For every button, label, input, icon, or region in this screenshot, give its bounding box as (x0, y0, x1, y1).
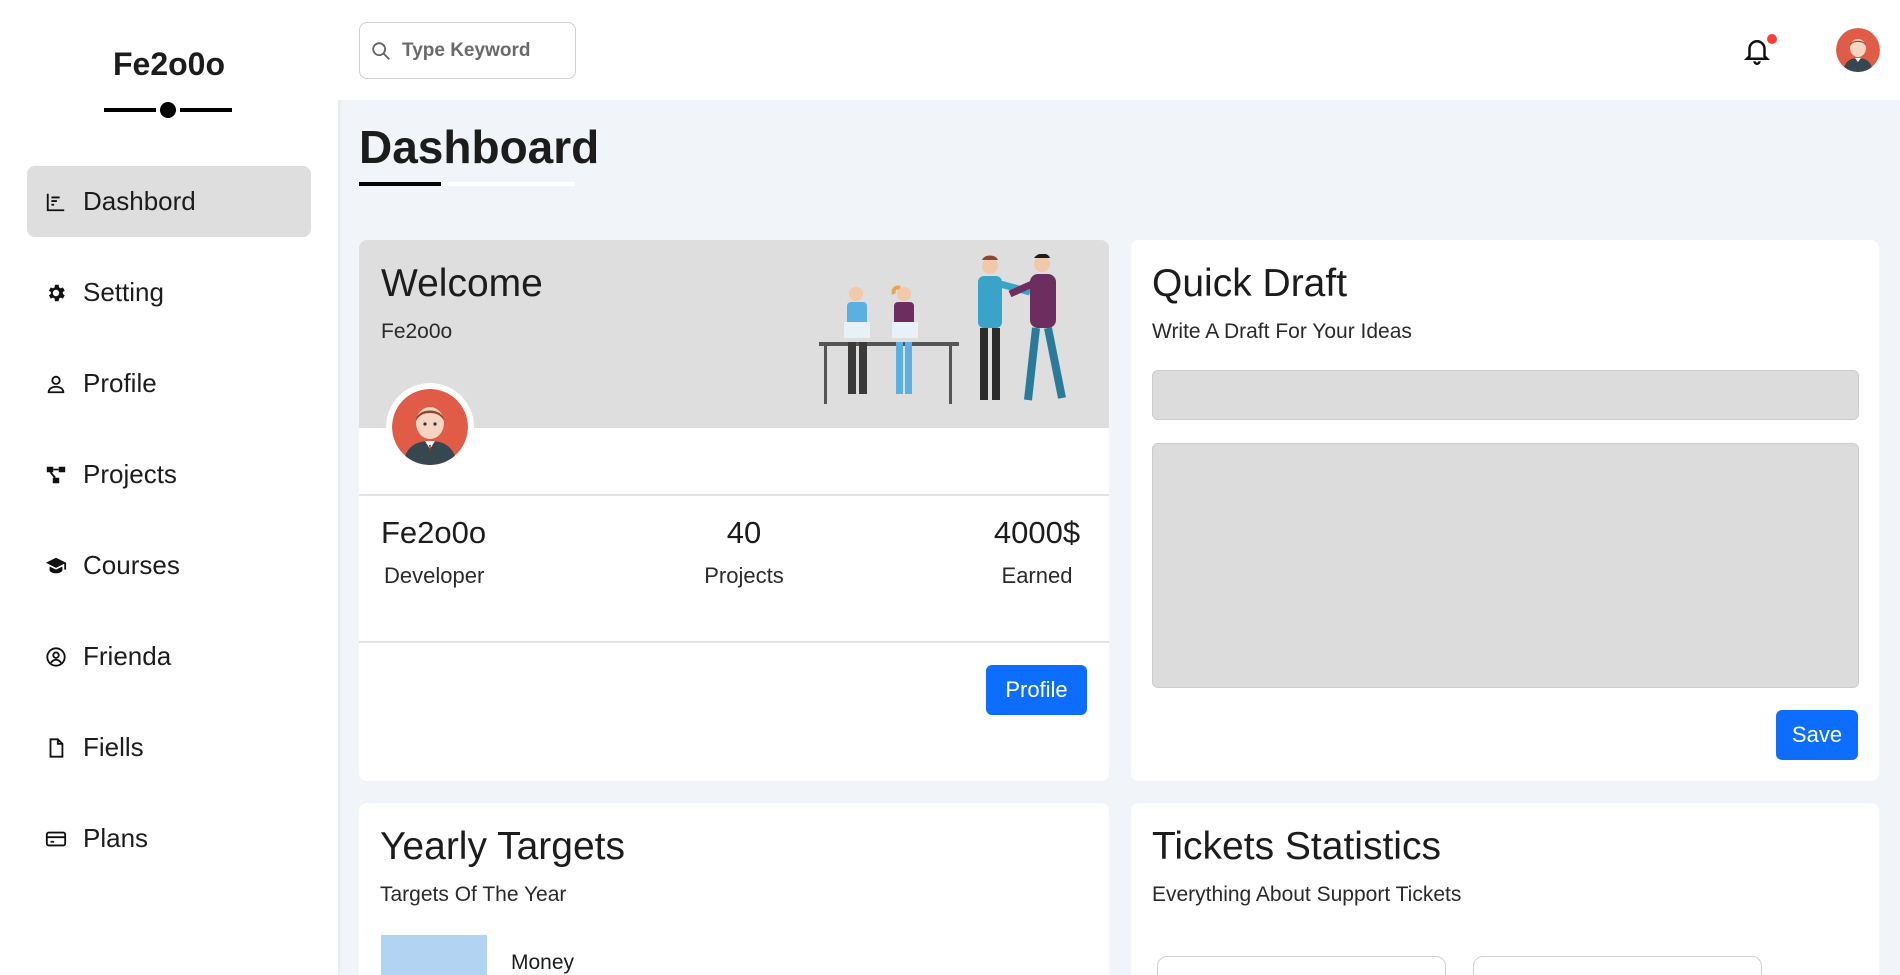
stat-label: Developer (384, 563, 485, 588)
stat-value: Fe2o0o (381, 515, 487, 550)
top-bar (338, 0, 1900, 100)
sidebar: Fe2o0o Dashbord Setting Profile Projects… (0, 0, 338, 975)
notification-badge (1767, 34, 1777, 44)
welcome-name: Fe2o0o (381, 320, 453, 343)
stat-value: 4000$ (993, 515, 1081, 550)
welcome-divider-bottom (359, 641, 1109, 643)
welcome-card: Welcome Fe2o0o Fe2o0o Developer 40 Proje… (359, 240, 1109, 781)
sidebar-item-label: Plans (83, 823, 149, 853)
sidebar-item-label: Fiells (83, 732, 144, 762)
search-box[interactable] (359, 22, 576, 79)
save-button[interactable]: Save (1776, 710, 1858, 760)
yearly-targets-card: Yearly Targets Targets Of The Year Money (359, 803, 1109, 975)
notification-button[interactable] (1742, 34, 1777, 66)
user-circle-icon (43, 644, 69, 670)
card-title: Yearly Targets (380, 825, 625, 868)
team-illustration (819, 254, 1066, 404)
welcome-avatar (386, 383, 474, 471)
gear-icon (43, 280, 69, 306)
tickets-statistics-card: Tickets Statistics Everything About Supp… (1131, 803, 1879, 975)
stat-label: Earned (1001, 563, 1073, 588)
sidebar-item-files[interactable]: Fiells (27, 712, 311, 783)
sidebar-item-label: Profile (83, 368, 157, 398)
sidebar-item-label: Courses (83, 550, 180, 580)
file-icon (43, 735, 69, 761)
sidebar-item-dashboard[interactable]: Dashbord (27, 166, 311, 237)
card-subtitle: Write A Draft For Your Ideas (1152, 320, 1412, 343)
credit-card-icon (43, 826, 69, 852)
sidebar-item-label: Setting (83, 277, 164, 307)
sidebar-item-projects[interactable]: Projects (27, 439, 311, 510)
money-icon-box (381, 935, 487, 975)
sidebar-item-label: Projects (83, 459, 177, 489)
page-title: Dashboard (359, 121, 600, 173)
sidebar-item-setting[interactable]: Setting (27, 257, 311, 328)
card-subtitle: Targets Of The Year (380, 883, 567, 906)
ticket-stat-box (1157, 956, 1446, 975)
sidebar-item-label: Frienda (83, 641, 172, 671)
avatar[interactable] (1836, 28, 1880, 72)
quick-draft-card: Quick Draft Write A Draft For Your Ideas… (1131, 240, 1879, 781)
stat-earned: 4000$ Earned (987, 515, 1087, 589)
brand-logo: Fe2o0o (112, 46, 226, 82)
chart-icon (43, 189, 69, 215)
user-icon (43, 371, 69, 397)
ticket-stat-box (1473, 956, 1762, 975)
stat-value: 40 (726, 515, 762, 550)
sidebar-item-courses[interactable]: Courses (27, 530, 311, 601)
graduation-cap-icon (43, 553, 69, 579)
card-subtitle: Everything About Support Tickets (1152, 883, 1462, 906)
profile-button[interactable]: Profile (986, 665, 1087, 715)
card-title: Tickets Statistics (1152, 825, 1441, 868)
sidebar-item-friends[interactable]: Frienda (27, 621, 311, 692)
stat-label: Projects (704, 563, 784, 588)
title-underline (359, 182, 575, 186)
search-input[interactable] (402, 39, 562, 62)
draft-title-field[interactable] (1152, 370, 1859, 420)
card-title: Quick Draft (1152, 262, 1348, 305)
draft-content-field[interactable] (1152, 443, 1859, 688)
brand-underline (104, 102, 232, 118)
sidebar-item-plans[interactable]: Plans (27, 803, 311, 874)
sidebar-nav: Dashbord Setting Profile Projects Course… (27, 166, 311, 894)
welcome-divider-top (359, 494, 1109, 496)
diagram-icon (43, 462, 69, 488)
target-label: Money (511, 951, 575, 974)
stat-projects: 40 Projects (684, 515, 804, 589)
sidebar-item-label: Dashbord (83, 186, 196, 216)
search-icon (372, 41, 390, 60)
stat-developer: Fe2o0o Developer (381, 515, 486, 589)
welcome-title: Welcome (381, 262, 543, 305)
welcome-header: Welcome Fe2o0o (359, 240, 1109, 428)
sidebar-item-profile[interactable]: Profile (27, 348, 311, 419)
